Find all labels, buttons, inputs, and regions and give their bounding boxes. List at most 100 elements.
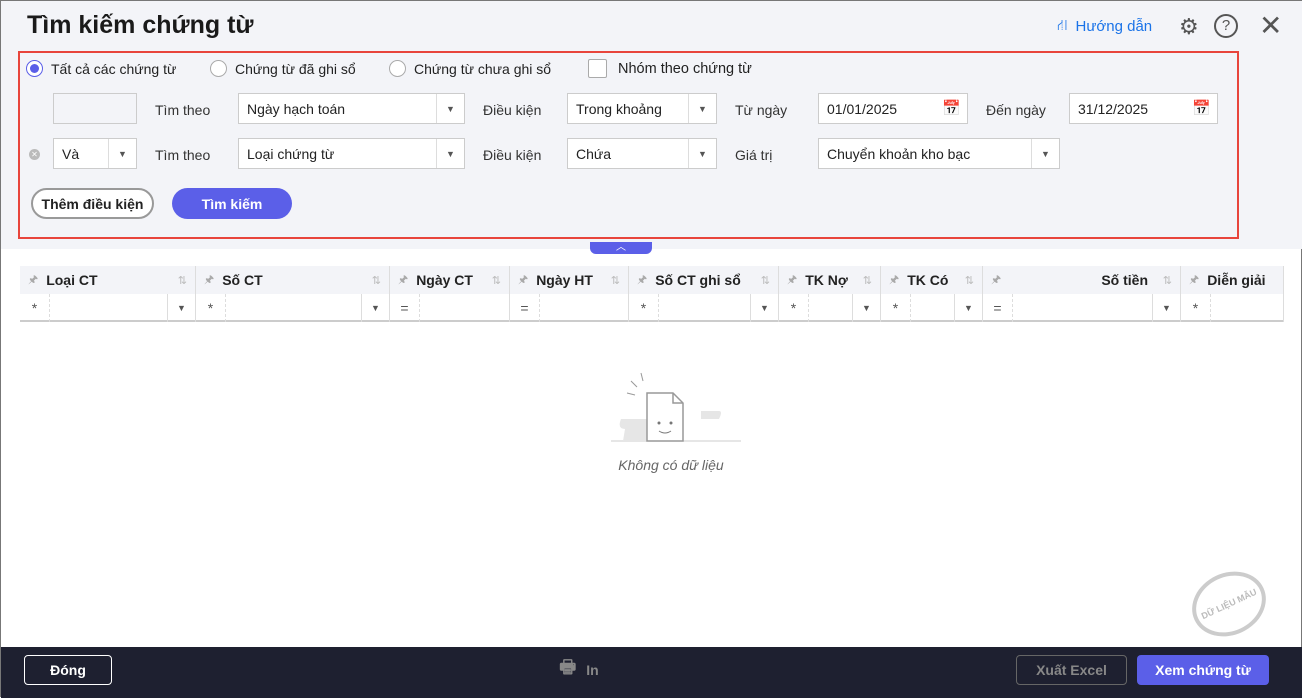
sort-icon[interactable]: ⇅ (761, 274, 770, 287)
chevron-down-icon[interactable]: ▼ (688, 94, 716, 123)
column-filter[interactable]: = (510, 294, 629, 322)
pin-icon[interactable]: 🖈 (204, 271, 214, 290)
column-header[interactable]: 🖈 Diễn giải (1181, 266, 1284, 294)
sort-icon[interactable]: ⇅ (372, 274, 381, 287)
search-by-select[interactable]: Loại chứng từ ▼ (238, 138, 465, 169)
gear-icon[interactable]: ⚙ (1179, 14, 1199, 40)
condition-select[interactable]: Chứa ▼ (567, 138, 717, 169)
empty-state: Không có dữ liệu (561, 371, 781, 473)
sample-data-watermark: DỮ LIỆU MẪU (1181, 559, 1277, 649)
column-header[interactable]: 🖈 Ngày CT ⇅ (390, 266, 510, 294)
remove-condition-icon[interactable]: ✕ (29, 149, 40, 160)
pin-icon[interactable]: 🖈 (1189, 271, 1199, 290)
column-filter[interactable]: * ▼ (629, 294, 779, 322)
sort-icon[interactable]: ⇅ (965, 274, 974, 287)
column-filter[interactable]: = (390, 294, 510, 322)
column-header[interactable]: 🖈 Loại CT ⇅ (20, 266, 196, 294)
chevron-down-icon[interactable]: ▼ (108, 139, 136, 168)
column-filter[interactable]: * ▼ (779, 294, 881, 322)
view-document-button[interactable]: Xem chứng từ (1137, 655, 1269, 685)
checkbox-label: Nhóm theo chứng từ (618, 60, 752, 77)
sort-icon[interactable]: ⇅ (863, 274, 872, 287)
add-condition-button[interactable]: Thêm điều kiện (31, 188, 154, 219)
condition-label: Điều kiện (483, 102, 542, 118)
group-checkbox[interactable]: Nhóm theo chứng từ (588, 59, 752, 78)
column-header[interactable]: 🖈 Ngày HT ⇅ (510, 266, 629, 294)
to-date-input[interactable]: 31/12/2025 📅 (1069, 93, 1218, 124)
pin-icon[interactable]: 🖈 (28, 271, 38, 290)
column-filter[interactable]: * ▼ (196, 294, 390, 322)
search-by-select[interactable]: Ngày hạch toán ▼ (238, 93, 465, 124)
column-header[interactable]: 🖈 Số CT ⇅ (196, 266, 390, 294)
logic-select[interactable]: Và ▼ (53, 138, 137, 169)
column-filter[interactable]: * (1181, 294, 1284, 322)
chevron-down-icon[interactable]: ▼ (167, 294, 195, 322)
select-value: Trong khoảng (576, 100, 662, 117)
sort-icon[interactable]: ⇅ (178, 274, 187, 287)
pin-icon[interactable]: 🖈 (398, 271, 408, 290)
column-filter[interactable]: = ▼ (983, 294, 1181, 322)
column-header[interactable]: 🖈 TK Nợ ⇅ (779, 266, 881, 294)
filter-operator[interactable]: * (20, 294, 50, 322)
filter-operator[interactable]: = (983, 294, 1013, 322)
column-header[interactable]: 🖈 TK Có ⇅ (881, 266, 983, 294)
column-title: TK Nợ (805, 272, 848, 288)
sort-icon[interactable]: ⇅ (611, 274, 620, 287)
sort-icon[interactable]: ⇅ (1163, 274, 1172, 287)
chevron-down-icon[interactable]: ▼ (436, 94, 464, 123)
guide-link[interactable]: ⛙ Hướng dẫn (1057, 17, 1152, 36)
select-value: Loại chứng từ (247, 145, 335, 162)
chevron-down-icon[interactable]: ▼ (852, 294, 880, 322)
collapse-panel-button[interactable]: ︿ (590, 242, 652, 254)
column-filter[interactable]: * ▼ (881, 294, 983, 322)
filter-operator[interactable]: * (881, 294, 911, 322)
column-header[interactable]: 🖈 Số CT ghi sổ ⇅ (629, 266, 779, 294)
chevron-down-icon[interactable]: ▼ (361, 294, 389, 322)
pin-icon[interactable]: 🖈 (889, 271, 899, 290)
radio-all[interactable]: Tất cả các chứng từ (26, 60, 176, 77)
guide-label: Hướng dẫn (1075, 18, 1153, 35)
radio-unposted[interactable]: Chứng từ chưa ghi sổ (389, 60, 551, 77)
filter-operator[interactable]: * (1181, 294, 1211, 322)
calendar-icon[interactable]: 📅 (942, 99, 961, 117)
radio-posted[interactable]: Chứng từ đã ghi sổ (210, 60, 356, 77)
filter-operator[interactable]: * (779, 294, 809, 322)
chevron-down-icon[interactable]: ▼ (954, 294, 982, 322)
chevron-down-icon[interactable]: ▼ (1031, 139, 1059, 168)
pin-icon[interactable]: 🖈 (991, 271, 1001, 290)
chevron-down-icon[interactable]: ▼ (750, 294, 778, 322)
column-header[interactable]: 🖈 Số tiền ⇅ (983, 266, 1181, 294)
page-title: Tìm kiếm chứng từ (27, 11, 254, 39)
radio-icon[interactable] (389, 60, 406, 77)
value-select[interactable]: Chuyển khoản kho bạc ▼ (818, 138, 1060, 169)
close-button[interactable]: Đóng (24, 655, 112, 685)
filter-operator[interactable]: = (510, 294, 540, 322)
export-excel-button[interactable]: Xuất Excel (1016, 655, 1127, 685)
pin-icon[interactable]: 🖈 (637, 271, 647, 290)
chevron-down-icon[interactable]: ▼ (1152, 294, 1180, 322)
column-filter[interactable]: * ▼ (20, 294, 196, 322)
filter-operator[interactable]: * (629, 294, 659, 322)
radio-icon[interactable] (26, 60, 43, 77)
sort-icon[interactable]: ⇅ (492, 274, 501, 287)
help-icon[interactable]: ? (1214, 14, 1238, 38)
column-title: Ngày CT (416, 272, 473, 288)
calendar-icon[interactable]: 📅 (1192, 99, 1211, 117)
filter-operator[interactable]: * (196, 294, 226, 322)
pin-icon[interactable]: 🖈 (787, 271, 797, 290)
chevron-down-icon[interactable]: ▼ (688, 139, 716, 168)
from-date-input[interactable]: 01/01/2025 📅 (818, 93, 968, 124)
condition-select[interactable]: Trong khoảng ▼ (567, 93, 717, 124)
results-grid: 🖈 Loại CT ⇅ 🖈 Số CT ⇅ 🖈 Ngày CT ⇅ 🖈 Ngày HT ⇅ 🖈 Số CT… (20, 266, 1284, 322)
filter-operator[interactable]: = (390, 294, 420, 322)
radio-icon[interactable] (210, 60, 227, 77)
grid-filter-row: * ▼ * ▼ = = * ▼ * ▼ * ▼ = ▼ * (20, 294, 1284, 322)
search-button[interactable]: Tìm kiếm (172, 188, 292, 219)
print-button[interactable]: 🖶 In (549, 655, 609, 685)
chevron-down-icon[interactable]: ▼ (436, 139, 464, 168)
column-title: TK Có (907, 272, 949, 288)
close-icon[interactable]: ✕ (1259, 9, 1282, 42)
checkbox-icon[interactable] (588, 59, 607, 78)
select-value: Chuyển khoản kho bạc (827, 145, 971, 162)
pin-icon[interactable]: 🖈 (518, 271, 528, 290)
